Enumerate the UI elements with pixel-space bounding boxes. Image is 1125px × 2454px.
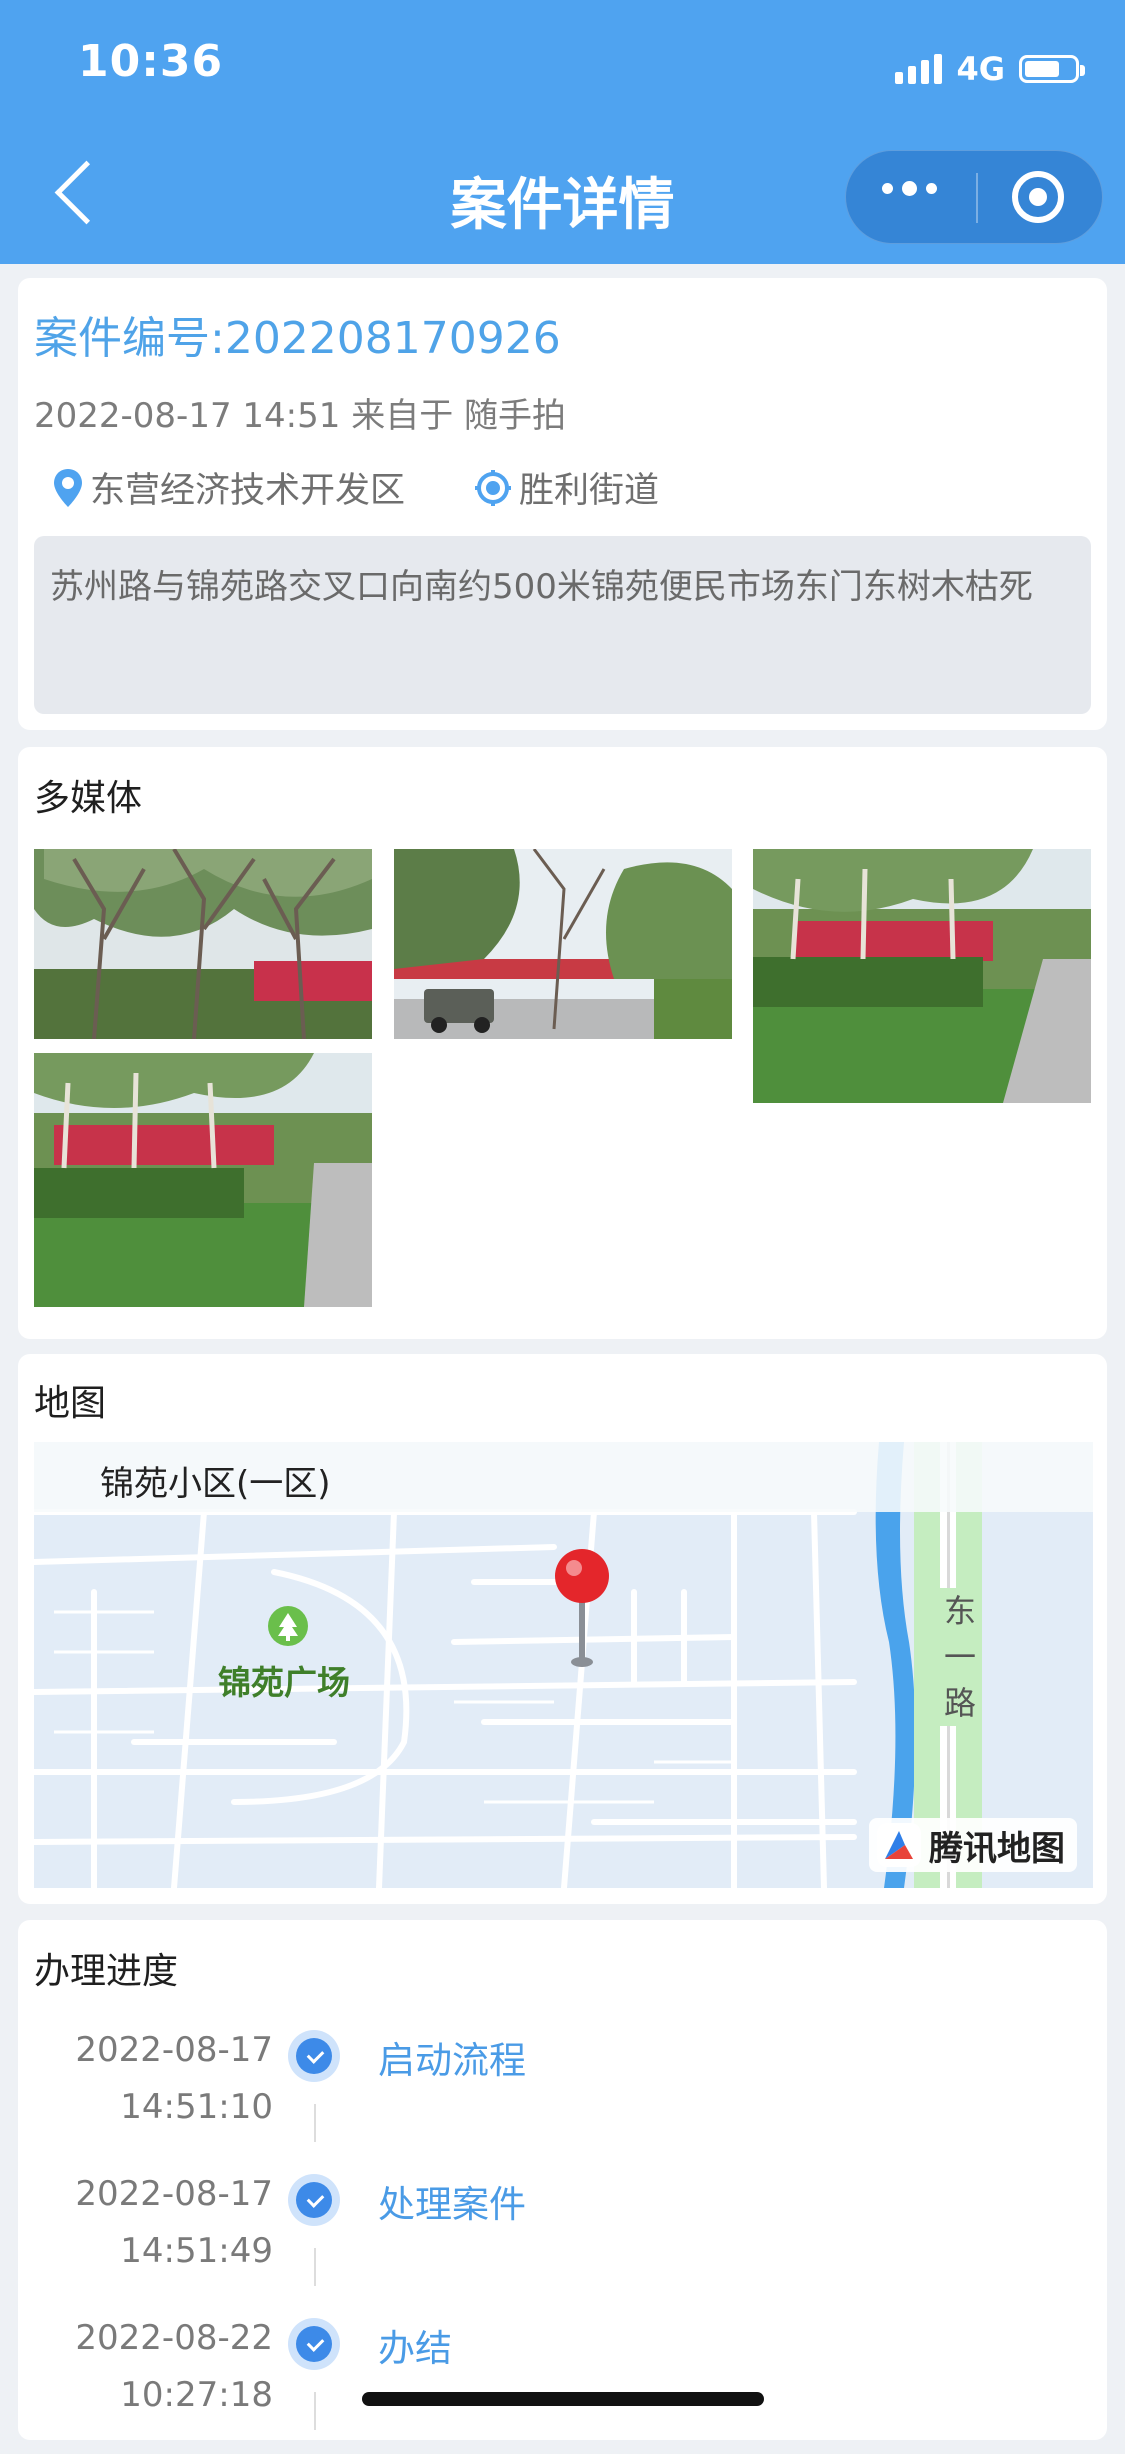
map-provider-badge: 腾讯地图 <box>869 1818 1077 1872</box>
close-target-icon[interactable] <box>1012 171 1064 223</box>
map-marker-icon[interactable] <box>552 1548 612 1668</box>
step-datetime: 2022-08-17 14:51:10 <box>75 2022 273 2136</box>
progress-step: 2022-08-17 14:51:10 启动流程 <box>18 2022 1107 2166</box>
step-date: 2022-08-17 <box>75 2030 273 2070</box>
step-check-icon <box>288 2174 340 2226</box>
target-location-icon <box>475 469 512 506</box>
home-indicator[interactable] <box>362 2392 764 2406</box>
step-check-icon <box>288 2318 340 2370</box>
mini-program-capsule <box>845 150 1103 244</box>
map-card: 地图 锦苑小区(一区) 锦苑广场 东一路 腾讯地图 <box>18 1354 1107 1904</box>
step-connector <box>314 2248 316 2286</box>
step-connector <box>314 2392 316 2430</box>
status-indicators: 4G <box>895 50 1085 88</box>
step-check-icon <box>288 2030 340 2082</box>
case-number: 案件编号:202208170926 <box>34 313 561 364</box>
progress-title: 办理进度 <box>34 1951 179 1992</box>
step-date: 2022-08-22 <box>75 2318 273 2358</box>
district-label: 东营经济技术开发区 <box>90 471 406 511</box>
map-road-label: 东一路 <box>940 1588 980 1726</box>
case-description: 苏州路与锦苑路交叉口向南约500米锦苑便民市场东门东树木枯死 <box>34 536 1091 714</box>
step-label: 启动流程 <box>378 2039 526 2082</box>
map-poi-name: 锦苑小区(一区) <box>100 1464 331 1504</box>
step-connector <box>314 2104 316 2142</box>
step-label: 处理案件 <box>378 2183 526 2226</box>
battery-icon <box>1019 55 1085 83</box>
map-view[interactable]: 锦苑小区(一区) 锦苑广场 东一路 腾讯地图 <box>34 1442 1093 1888</box>
street-label: 胜利街道 <box>519 471 660 511</box>
case-info-card: 案件编号:202208170926 2022-08-17 14:51 来自于 随… <box>18 278 1107 730</box>
network-type: 4G <box>956 50 1005 88</box>
media-title: 多媒体 <box>34 778 143 819</box>
progress-step: 2022-08-17 14:51:49 处理案件 <box>18 2166 1107 2310</box>
media-photo-2[interactable] <box>394 849 732 1039</box>
progress-card: 办理进度 2022-08-17 14:51:10 启动流程 2022-08-17… <box>18 1920 1107 2440</box>
status-time: 10:36 <box>78 36 224 87</box>
progress-step: 2022-08-22 10:27:18 办结 <box>18 2310 1107 2454</box>
map-poi-banner: 锦苑小区(一区) <box>34 1442 1093 1512</box>
media-photo-1[interactable] <box>34 849 372 1039</box>
step-label: 办结 <box>378 2327 452 2370</box>
map-title: 地图 <box>34 1383 107 1424</box>
capsule-divider <box>976 173 978 223</box>
park-tree-icon <box>268 1606 308 1646</box>
more-dots-icon[interactable] <box>882 181 937 196</box>
nav-header: 10:36 4G 案件详情 <box>0 0 1125 264</box>
step-datetime: 2022-08-17 14:51:49 <box>75 2166 273 2280</box>
media-photo-4[interactable] <box>34 1053 372 1307</box>
map-provider-name: 腾讯地图 <box>929 1828 1065 1869</box>
media-card: 多媒体 <box>18 747 1107 1339</box>
step-datetime: 2022-08-22 10:27:18 <box>75 2310 273 2424</box>
media-photo-3[interactable] <box>753 849 1091 1103</box>
tencent-map-logo-icon <box>877 1823 921 1867</box>
step-time: 14:51:10 <box>120 2087 273 2127</box>
location-pin-icon <box>52 468 84 508</box>
signal-icon <box>895 54 943 84</box>
region-row: 东营经济技术开发区 胜利街道 <box>52 462 659 513</box>
case-meta: 2022-08-17 14:51 来自于 随手拍 <box>34 396 566 436</box>
map-park-label: 锦苑广场 <box>218 1663 350 1702</box>
step-date: 2022-08-17 <box>75 2174 273 2214</box>
step-time: 10:27:18 <box>120 2375 273 2415</box>
step-time: 14:51:49 <box>120 2231 273 2271</box>
